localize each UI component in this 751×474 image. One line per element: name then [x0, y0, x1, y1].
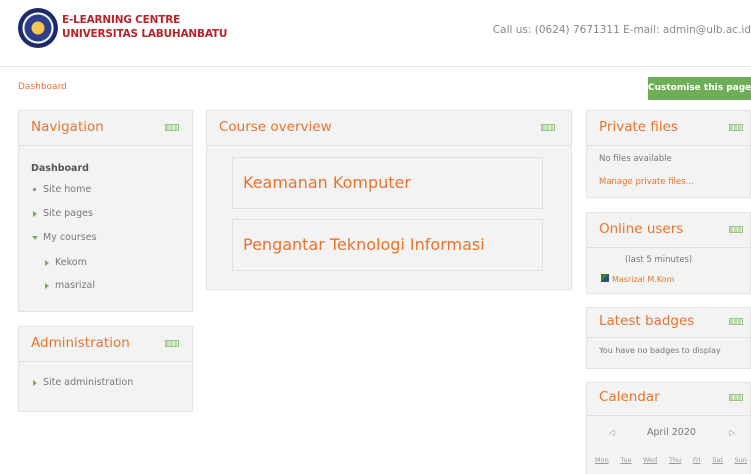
weekday-label: Fri: [692, 456, 701, 464]
customise-page-button[interactable]: Customise this page: [648, 77, 751, 100]
nav-item-label: Site pages: [43, 208, 93, 219]
block-divider: [587, 337, 751, 338]
nav-item-course-kekom[interactable]: Kekom: [45, 257, 87, 268]
weekday-label: Tue: [620, 456, 632, 464]
online-users-title: Online users: [599, 221, 684, 237]
administration-title: Administration: [31, 335, 130, 351]
calendar-month-label: April 2020: [647, 427, 696, 438]
manage-private-files-link[interactable]: Manage private files...: [599, 177, 694, 187]
collapse-arrow-icon[interactable]: [32, 235, 38, 240]
dock-block-icon[interactable]: [165, 124, 179, 131]
online-user-item[interactable]: Masrizal M.Kom: [601, 267, 674, 286]
brand-name-line2[interactable]: UNIVERSITAS LABUHANBATU: [62, 28, 227, 40]
previous-month-icon[interactable]: ◁: [609, 428, 615, 437]
no-badges-text: You have no badges to display: [599, 346, 721, 355]
online-user-name[interactable]: Masrizal M.Kom: [612, 275, 674, 284]
latest-badges-title: Latest badges: [599, 313, 695, 329]
expand-arrow-icon[interactable]: [33, 210, 37, 217]
no-files-text: No files available: [599, 154, 672, 164]
nav-item-label: My courses: [43, 232, 97, 243]
dock-block-icon[interactable]: [729, 124, 743, 131]
administration-block: Administration Site administration: [18, 326, 193, 412]
weekday-label: Wed: [643, 456, 658, 464]
block-divider: [587, 145, 751, 146]
dock-block-icon[interactable]: [541, 124, 555, 131]
navigation-title: Navigation: [31, 119, 104, 135]
next-month-icon[interactable]: ▷: [729, 428, 735, 437]
dock-block-icon[interactable]: [729, 226, 743, 233]
latest-badges-block: Latest badges You have no badges to disp…: [586, 307, 751, 369]
calendar-title: Calendar: [599, 389, 660, 405]
block-divider: [587, 247, 751, 248]
navigation-block: Navigation Dashboard Site home Site page…: [18, 110, 193, 312]
weekday-header-row: Mon Tue Wed Thu Fri Sat Sun: [595, 456, 747, 464]
nav-item-label: Dashboard: [31, 163, 89, 174]
expand-arrow-icon[interactable]: [45, 282, 49, 289]
block-divider: [587, 415, 751, 416]
contact-info: Call us: (0624) 7671311 E-mail: admin@ul…: [492, 24, 751, 36]
header-divider: [0, 66, 751, 67]
calendar-block: Calendar ◁ April 2020 ▷ Mon Tue Wed Thu …: [586, 382, 751, 474]
university-logo[interactable]: [18, 8, 58, 48]
private-files-block: Private files No files available Manage …: [586, 110, 751, 198]
course-card[interactable]: Pengantar Teknologi Informasi: [232, 219, 543, 271]
nav-item-site-home[interactable]: Site home: [33, 184, 91, 195]
weekday-label: Mon: [595, 456, 609, 464]
nav-item-site-administration[interactable]: Site administration: [33, 377, 133, 388]
nav-item-label: Site administration: [43, 377, 134, 388]
dock-block-icon[interactable]: [729, 394, 743, 401]
block-divider: [207, 145, 571, 146]
nav-item-my-courses[interactable]: My courses: [32, 232, 97, 243]
course-card[interactable]: Keamanan Komputer: [232, 157, 543, 209]
nav-item-site-pages[interactable]: Site pages: [33, 208, 93, 219]
course-name-link[interactable]: Pengantar Teknologi Informasi: [243, 235, 485, 254]
online-period-text: (last 5 minutes): [625, 255, 693, 265]
block-divider: [19, 145, 192, 146]
brand-name-line1[interactable]: E-LEARNING CENTRE: [62, 14, 180, 26]
nav-item-label: masrizal: [55, 280, 96, 291]
user-avatar-icon: [601, 273, 609, 282]
course-name-link[interactable]: Keamanan Komputer: [243, 173, 411, 192]
course-overview-block: Course overview Keamanan Komputer Pengan…: [206, 110, 572, 290]
bullet-icon: [33, 188, 36, 191]
online-users-block: Online users (last 5 minutes) Masrizal M…: [586, 212, 751, 294]
weekday-label: Sat: [712, 456, 723, 464]
weekday-label: Thu: [668, 456, 682, 464]
nav-item-label: Kekom: [55, 257, 87, 268]
dock-block-icon[interactable]: [729, 318, 743, 325]
nav-item-course-masrizal[interactable]: masrizal: [45, 280, 95, 291]
private-files-title: Private files: [599, 119, 678, 135]
nav-item-dashboard[interactable]: Dashboard: [31, 163, 89, 174]
block-divider: [19, 361, 192, 362]
weekday-label: Sun: [734, 456, 747, 464]
expand-arrow-icon[interactable]: [33, 379, 37, 386]
course-overview-title: Course overview: [219, 119, 332, 135]
nav-item-label: Site home: [43, 184, 92, 195]
breadcrumb-dashboard[interactable]: Dashboard: [18, 82, 67, 92]
dock-block-icon[interactable]: [165, 340, 179, 347]
expand-arrow-icon[interactable]: [45, 259, 49, 266]
